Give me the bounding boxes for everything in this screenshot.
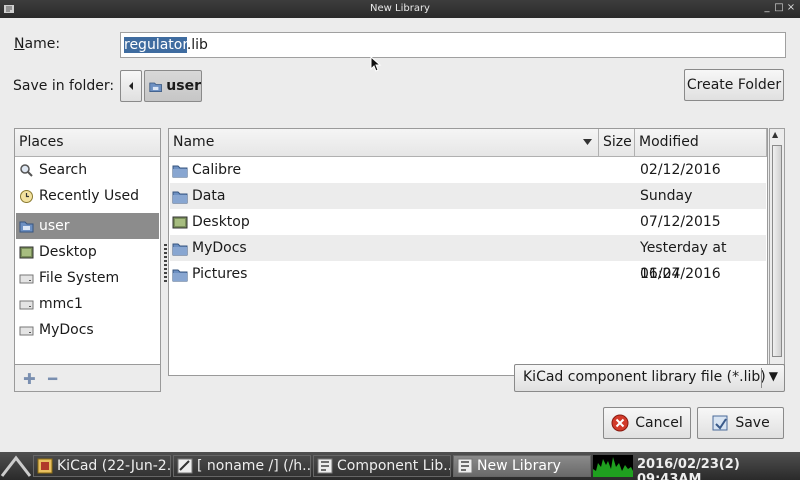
file-list-scrollbar[interactable]: ▲ ▼ xyxy=(769,128,785,376)
desktop-icon xyxy=(19,246,34,258)
name-field[interactable]: regulator.lib xyxy=(120,32,786,58)
drive-icon xyxy=(19,326,34,335)
column-name[interactable]: Name xyxy=(169,129,599,157)
column-size[interactable]: Size xyxy=(599,129,635,157)
place-user[interactable]: user xyxy=(16,213,159,239)
place-recently-used[interactable]: Recently Used xyxy=(16,183,159,209)
place-search[interactable]: Search xyxy=(16,157,159,183)
clock[interactable]: 2016/02/23(2) 09:43AM xyxy=(637,457,800,480)
place-desktop[interactable]: Desktop xyxy=(16,239,159,265)
create-folder-button[interactable]: Create Folder xyxy=(684,69,784,101)
drive-icon xyxy=(19,300,34,309)
pane-splitter[interactable] xyxy=(164,244,167,282)
schematic-icon xyxy=(177,458,193,474)
add-bookmark-icon[interactable]: ✚ xyxy=(23,370,36,388)
column-modified[interactable]: Modified xyxy=(635,129,767,157)
minimize-button[interactable]: _ xyxy=(761,2,773,14)
file-row-pictures[interactable]: Pictures 01/04/2016 xyxy=(170,261,766,287)
name-label: Name: xyxy=(14,36,61,52)
save-button[interactable]: Save xyxy=(697,407,784,439)
window-title: New Library xyxy=(370,3,430,14)
folder-icon xyxy=(172,269,188,281)
new-library-dialog: Name: regulator.lib Save in folder: user… xyxy=(0,18,800,452)
sort-down-icon xyxy=(583,139,592,145)
cpu-monitor-icon xyxy=(593,455,633,477)
file-type-filter[interactable]: KiCad component library file (*.lib) ▼ xyxy=(514,364,785,392)
library-icon xyxy=(317,458,333,474)
taskbar-item-component-lib[interactable]: Component Lib... xyxy=(313,455,451,477)
file-row-calibre[interactable]: Calibre 02/12/2016 xyxy=(170,157,766,183)
path-user-button[interactable]: user xyxy=(144,70,202,102)
path-back-button[interactable] xyxy=(120,70,142,102)
cancel-button[interactable]: Cancel xyxy=(603,407,691,439)
title-bar: New Library _ □ × xyxy=(0,0,800,18)
close-button[interactable]: × xyxy=(785,2,797,14)
start-menu-icon[interactable] xyxy=(0,452,32,480)
taskbar-item-kicad[interactable]: KiCad (22-Jun-2... xyxy=(33,455,171,477)
library-icon xyxy=(457,458,473,474)
kicad-icon xyxy=(37,458,53,474)
places-header[interactable]: Places xyxy=(15,129,160,157)
file-row-desktop[interactable]: Desktop 07/12/2015 xyxy=(170,209,766,235)
remove-bookmark-icon[interactable]: ━ xyxy=(48,370,57,388)
scrollbar-thumb[interactable] xyxy=(772,145,782,357)
place-mmc1[interactable]: mmc1 xyxy=(16,291,159,317)
taskbar-item-new-library[interactable]: New Library xyxy=(453,455,591,477)
file-row-data[interactable]: Data Sunday xyxy=(170,183,766,209)
search-icon xyxy=(20,163,33,177)
scroll-up-icon[interactable]: ▲ xyxy=(772,130,778,139)
cancel-icon xyxy=(611,414,629,432)
place-file-system[interactable]: File System xyxy=(16,265,159,291)
folder-icon xyxy=(172,191,188,203)
maximize-button[interactable]: □ xyxy=(773,2,785,14)
desktop-icon xyxy=(172,216,188,228)
mouse-cursor-icon xyxy=(370,56,382,72)
folder-icon xyxy=(172,165,188,177)
save-icon xyxy=(712,415,728,431)
drive-icon xyxy=(19,274,34,283)
folder-home-icon xyxy=(19,221,34,232)
save-in-folder-label: Save in folder: xyxy=(13,78,115,94)
place-mydocs[interactable]: MyDocs xyxy=(16,317,159,343)
dropdown-arrow-icon: ▼ xyxy=(768,369,778,383)
recent-icon xyxy=(20,189,33,203)
taskbar: KiCad (22-Jun-2... [ noname /] (/h... Co… xyxy=(0,452,800,480)
arrow-left-icon xyxy=(129,82,133,90)
taskbar-item-schematic[interactable]: [ noname /] (/h... xyxy=(173,455,311,477)
places-bookmark-bar: ✚ ━ xyxy=(14,364,161,392)
file-list: Name Size Modified Calibre 02/12/2016 Da… xyxy=(168,128,768,376)
file-row-mydocs[interactable]: MyDocs Yesterday at 16:27 xyxy=(170,235,766,282)
folder-icon xyxy=(172,243,188,255)
folder-home-icon xyxy=(149,82,162,92)
places-pane: Places Search Recently Used user Desktop… xyxy=(14,128,161,381)
